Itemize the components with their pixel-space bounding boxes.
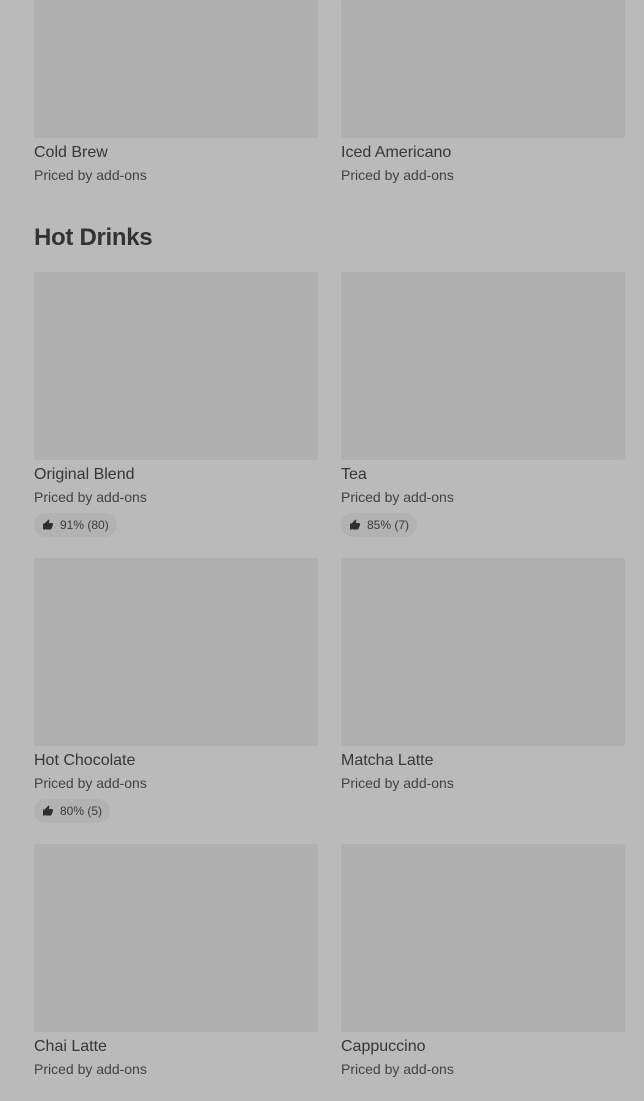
item-price: Priced by add-ons xyxy=(34,167,147,183)
menu-page: Cold Brew Priced by add-ons Iced America… xyxy=(0,0,644,1101)
rating-badge: 80% (5) xyxy=(34,799,111,823)
item-image[interactable] xyxy=(34,844,318,1032)
item-name: Matcha Latte xyxy=(341,752,434,769)
item-name: Original Blend xyxy=(34,466,135,483)
menu-item-card[interactable]: Matcha Latte Priced by add-ons xyxy=(341,558,625,792)
item-name: Hot Chocolate xyxy=(34,752,136,769)
item-name: Cold Brew xyxy=(34,144,108,161)
item-image[interactable] xyxy=(341,0,625,138)
item-image[interactable] xyxy=(341,844,625,1032)
item-price: Priced by add-ons xyxy=(34,775,147,791)
menu-item-card[interactable]: Original Blend Priced by add-ons 91% (80… xyxy=(34,272,318,537)
item-price: Priced by add-ons xyxy=(341,1061,454,1077)
item-name: Tea xyxy=(341,466,367,483)
menu-item-card[interactable]: Cappuccino Priced by add-ons xyxy=(341,844,625,1078)
rating-text: 85% (7) xyxy=(367,518,410,532)
item-image[interactable] xyxy=(341,558,625,746)
item-image[interactable] xyxy=(341,272,625,460)
rating-badge: 91% (80) xyxy=(34,513,117,537)
item-price: Priced by add-ons xyxy=(341,775,454,791)
item-image[interactable] xyxy=(34,558,318,746)
rating-badge: 85% (7) xyxy=(341,513,418,537)
item-price: Priced by add-ons xyxy=(34,1061,147,1077)
menu-item-card[interactable]: Iced Americano Priced by add-ons xyxy=(341,0,625,184)
item-price: Priced by add-ons xyxy=(341,167,454,183)
rating-text: 80% (5) xyxy=(60,804,103,818)
item-image[interactable] xyxy=(34,272,318,460)
thumbs-up-icon xyxy=(350,519,360,530)
menu-item-card[interactable]: Hot Chocolate Priced by add-ons 80% (5) xyxy=(34,558,318,823)
rating-text: 91% (80) xyxy=(60,518,109,532)
item-name: Chai Latte xyxy=(34,1038,107,1055)
thumbs-up-icon xyxy=(43,805,53,816)
item-price: Priced by add-ons xyxy=(341,489,454,505)
menu-item-card[interactable]: Cold Brew Priced by add-ons xyxy=(34,0,318,184)
menu-item-card[interactable]: Chai Latte Priced by add-ons xyxy=(34,844,318,1078)
item-image[interactable] xyxy=(34,0,318,138)
item-name: Iced Americano xyxy=(341,144,452,161)
thumbs-up-icon xyxy=(43,519,53,530)
section-title: Hot Drinks xyxy=(34,224,153,251)
item-name: Cappuccino xyxy=(341,1038,426,1055)
item-price: Priced by add-ons xyxy=(34,489,147,505)
menu-item-card[interactable]: Tea Priced by add-ons 85% (7) xyxy=(341,272,625,537)
